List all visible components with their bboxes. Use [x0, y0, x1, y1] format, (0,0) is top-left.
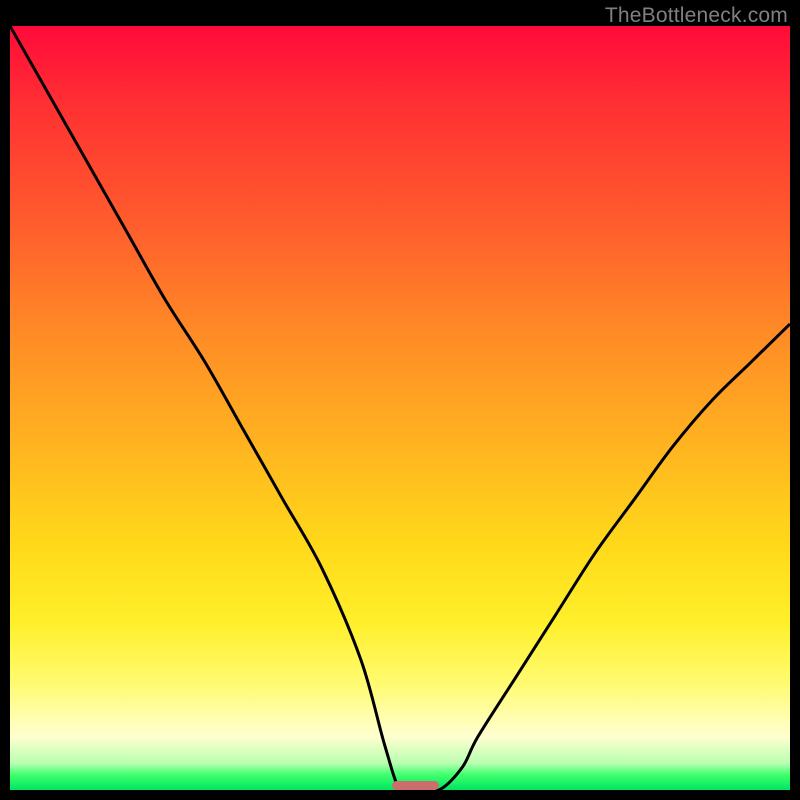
curve-path: [10, 26, 790, 790]
chart-container: TheBottleneck.com: [0, 0, 800, 800]
plot-area: [10, 26, 790, 790]
optimal-marker: [392, 781, 439, 790]
watermark-text: TheBottleneck.com: [605, 4, 788, 28]
bottleneck-curve: [10, 26, 790, 790]
